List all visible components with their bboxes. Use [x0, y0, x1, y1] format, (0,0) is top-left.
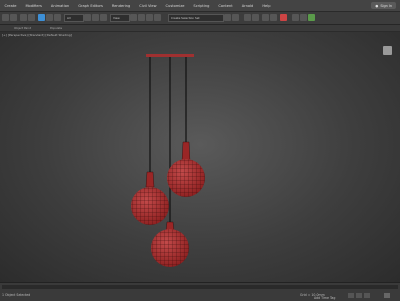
undo-icon[interactable] [2, 14, 9, 21]
menu-content[interactable]: Content [214, 4, 237, 8]
sign-in-label: Sign In [380, 3, 392, 8]
rotate-icon[interactable] [92, 14, 99, 21]
render-icon[interactable] [308, 14, 315, 21]
render-setup-icon[interactable] [292, 14, 299, 21]
redo-icon[interactable] [10, 14, 17, 21]
menu-bar: Create Modifiers Animation Graph Editors… [0, 0, 400, 12]
select-icon[interactable] [38, 14, 45, 21]
snap-icon[interactable] [138, 14, 145, 21]
ribbon-bar: Object Paint Populate [0, 25, 400, 31]
pendant-lamp-model[interactable] [131, 54, 205, 267]
ribbon-populate[interactable]: Populate [50, 25, 62, 31]
sign-in-button[interactable]: ● Sign In [371, 2, 396, 9]
status-bar: 1 Object Selected Grid = 10.0mm Add Time… [0, 282, 400, 301]
pivot-icon[interactable] [130, 14, 137, 21]
percent-snap-icon[interactable] [154, 14, 161, 21]
move-icon[interactable] [84, 14, 91, 21]
viewport-scene [131, 54, 205, 267]
select-by-name-icon[interactable] [46, 14, 53, 21]
user-icon: ● [375, 3, 379, 8]
schematic-view-icon[interactable] [270, 14, 277, 21]
selection-filter-dropdown[interactable]: All [64, 14, 84, 22]
menu-graph-editors[interactable]: Graph Editors [74, 4, 108, 8]
scene-explorer-icon[interactable] [252, 14, 259, 21]
scale-icon[interactable] [100, 14, 107, 21]
viewcube-icon[interactable] [383, 46, 392, 55]
menu-customize[interactable]: Customize [161, 4, 189, 8]
perspective-viewport[interactable]: [+] [Perspective] [Standard] [Default Sh… [0, 32, 400, 282]
menu-rendering[interactable]: Rendering [107, 4, 134, 8]
render-frame-icon[interactable] [300, 14, 307, 21]
layer-explorer-icon[interactable] [244, 14, 251, 21]
next-frame-icon[interactable] [356, 293, 362, 298]
material-editor-icon[interactable] [280, 14, 287, 21]
main-toolbar: All View Create Selection Set [0, 12, 400, 25]
time-slider[interactable] [2, 285, 398, 289]
menu-arnold[interactable]: Arnold [237, 4, 258, 8]
add-time-tag-label[interactable]: Add Time Tag [314, 296, 335, 300]
curve-editor-icon[interactable] [262, 14, 269, 21]
maximize-viewport-icon[interactable] [384, 293, 390, 298]
mirror-icon[interactable] [224, 14, 231, 21]
menu-help[interactable]: Help [258, 4, 275, 8]
named-selection-dropdown[interactable]: Create Selection Set [168, 14, 224, 22]
key-mode-icon[interactable] [364, 293, 370, 298]
unlink-icon[interactable] [28, 14, 35, 21]
menu-civil-view[interactable]: Civil View [135, 4, 161, 8]
reference-coordinate-dropdown[interactable]: View [110, 14, 130, 22]
angle-snap-icon[interactable] [146, 14, 153, 21]
link-icon[interactable] [20, 14, 27, 21]
play-icon[interactable] [348, 293, 354, 298]
align-icon[interactable] [232, 14, 239, 21]
menu-scripting[interactable]: Scripting [189, 4, 214, 8]
selection-status: 1 Object Selected [2, 293, 31, 297]
ribbon-object-paint[interactable]: Object Paint [14, 25, 31, 31]
selection-region-icon[interactable] [54, 14, 61, 21]
menu-modifiers[interactable]: Modifiers [21, 4, 46, 8]
menu-create[interactable]: Create [0, 4, 21, 8]
menu-animation[interactable]: Animation [46, 4, 73, 8]
